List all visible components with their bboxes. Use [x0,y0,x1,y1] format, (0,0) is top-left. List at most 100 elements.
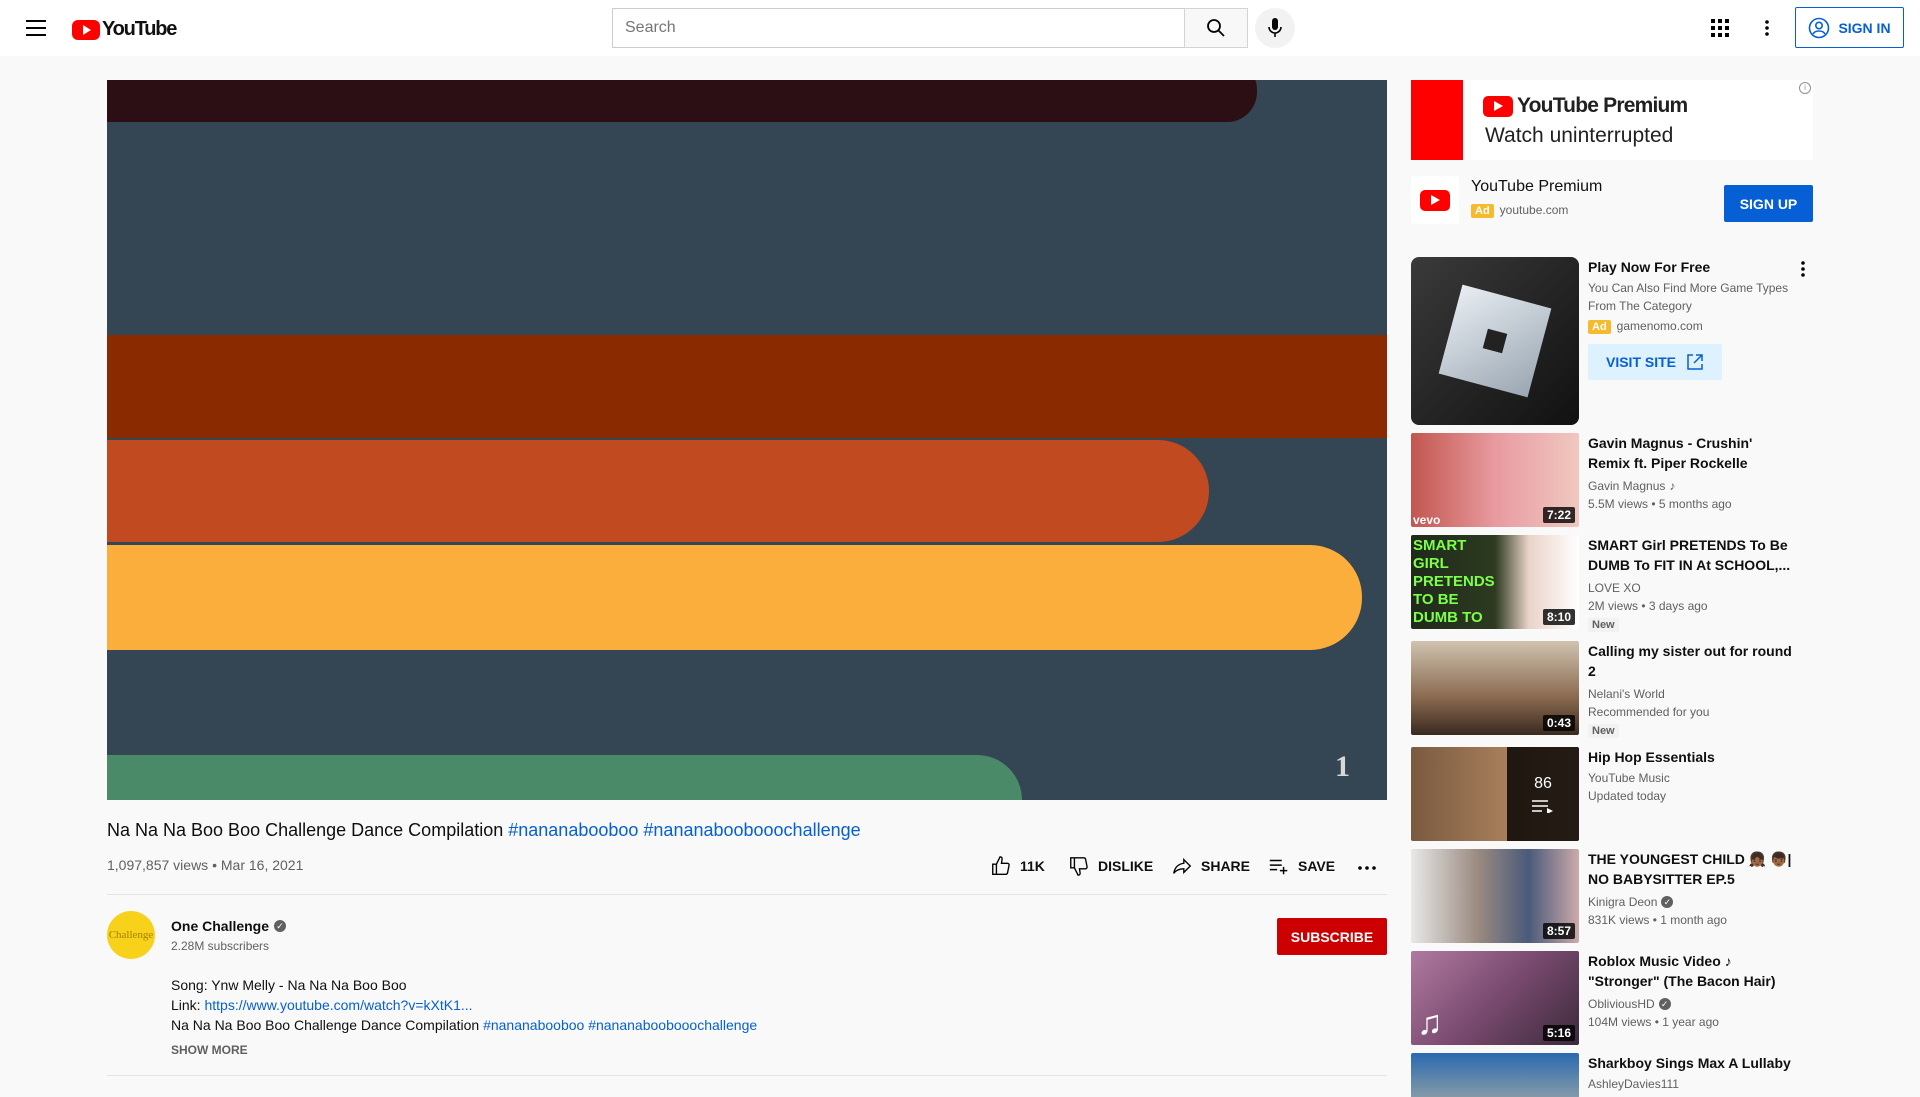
video-title-text: Calling my sister out for round 2 [1588,643,1792,679]
channel-name[interactable]: LOVE XO [1588,579,1798,597]
premium-ad-banner[interactable]: YouTube Premium Watch uninterrupted i [1411,80,1813,160]
channel-name[interactable]: YouTube Music [1588,769,1798,787]
video-duration: 8:10 [1542,609,1575,625]
save-button[interactable]: SAVE [1268,855,1335,877]
video-title: Calling my sister out for round 2☺ [1588,641,1798,681]
video-frame-bar [107,755,1022,800]
description-line: Song: Ynw Melly - Na Na Na Boo Boo [171,977,407,993]
save-label: SAVE [1298,858,1336,874]
section-divider [107,1075,1387,1076]
view-count: 1,097,857 views [107,857,209,873]
video-meta: 831K views • 1 month ago [1588,913,1727,927]
recommendation-card[interactable]: Sharkboy Sings Max A Lullaby AshleyDavie… [1411,1053,1813,1097]
ad-badge: Ad [1471,204,1494,218]
share-icon [1173,857,1192,875]
avatar-text: Challenge [108,929,154,941]
share-button[interactable]: SHARE [1171,855,1250,877]
sign-in-button[interactable]: SIGN IN [1795,7,1904,48]
hashtag-link[interactable]: #nananabooboo [483,1017,584,1033]
recommendation-card[interactable]: 0:43 Calling my sister out for round 2☺ … [1411,641,1813,738]
recommendation-card[interactable]: vevo 7:22 Gavin Magnus - Crushin' Remix … [1411,433,1813,527]
ad-more-icon[interactable] [1795,259,1811,279]
video-duration: 5:16 [1542,1025,1575,1041]
like-button[interactable]: 11K [990,855,1045,877]
channel-name[interactable]: Gavin Magnus ♪ [1588,477,1798,495]
visit-site-label: VISIT SITE [1605,354,1676,370]
show-more-button[interactable]: SHOW MORE [171,1043,248,1057]
playlist-icon [1532,800,1553,813]
more-actions-icon[interactable] [1354,857,1380,879]
visit-site-button[interactable]: VISIT SITE [1588,344,1722,380]
music-note-icon: ♪ [1669,479,1676,493]
video-thumbnail: SMART GIRL PRETENDS TO BE DUMB TO FIT IN… [1411,535,1579,629]
video-meta: 5.5M views • 5 months ago [1588,497,1732,511]
ad-banner-accent [1411,80,1463,160]
sign-up-button[interactable]: SIGN UP [1724,185,1813,222]
channel-name-text: One Challenge [171,918,270,934]
channel-name[interactable]: Nelani's World [1588,685,1798,703]
hashtag-link[interactable]: #nananaboobooochallenge [643,820,860,840]
subscribe-button[interactable]: SUBSCRIBE [1277,918,1387,955]
video-meta: 2M views • 3 days ago [1588,599,1708,613]
music-note-icon: ♫ [1417,1004,1443,1042]
channel-name[interactable]: One Challenge ✓ [171,918,287,934]
game-ad-card[interactable]: Play Now For Free You Can Also Find More… [1411,257,1813,425]
dislike-label: DISLIKE [1098,858,1154,874]
description-line: Link: https://www.youtube.com/watch?v=kX… [171,995,757,1015]
recommendation-card[interactable]: SMART GIRL PRETENDS TO BE DUMB TO FIT IN… [1411,535,1813,632]
video-title: Sharkboy Sings Max A Lullaby [1588,1055,1791,1071]
account-icon [1809,17,1830,38]
playlist-thumbnail: 86 [1411,747,1579,841]
ad-meta: Ad youtube.com [1471,203,1568,218]
recommendation-card[interactable]: 86 Hip Hop Essentials YouTube Music Upda… [1411,747,1813,841]
youtube-logo[interactable]: YouTube [72,18,177,41]
external-link-icon [1687,354,1703,370]
video-title-text: Na Na Na Boo Boo Challenge Dance Compila… [107,820,504,840]
hashtag-link[interactable]: #nananabooboo [508,820,638,840]
voice-search-button[interactable] [1255,8,1295,48]
video-frame-bar [107,440,1209,542]
dislike-button[interactable]: DISLIKE [1068,855,1153,877]
recommendation-card[interactable]: ♫ 5:16 Roblox Music Video ♪ "Stronger" (… [1411,951,1813,1045]
ad-info-icon[interactable]: i [1799,82,1811,94]
search-button[interactable] [1184,8,1248,48]
channel-name[interactable]: ObliviousHD ✓ [1588,995,1798,1013]
hashtag-link[interactable]: #nananaboobooochallenge [588,1017,757,1033]
ad-meta: Ad gamenomo.com [1588,319,1798,334]
video-frame-bar [107,80,1257,122]
video-title: Na Na Na Boo Boo Challenge Dance Compila… [107,820,861,841]
ad-domain: gamenomo.com [1616,319,1703,333]
song-link[interactable]: https://www.youtube.com/watch?v=kXtK1... [204,997,472,1013]
apps-grid-icon[interactable] [1704,12,1736,44]
ad-description: You Can Also Find More Game Types From T… [1588,281,1789,313]
video-description: Song: Ynw Melly - Na Na Na Boo Boo Link:… [171,975,757,1035]
youtube-play-icon [72,19,100,40]
video-title: Roblox Music Video ♪ "Stronger" (The Bac… [1588,953,1776,989]
hamburger-menu-icon[interactable] [20,12,52,44]
video-frame-bar [107,335,1387,438]
youtube-app-icon [1411,176,1459,224]
premium-brand: YouTube Premium [1483,94,1688,118]
settings-more-icon[interactable] [1751,12,1783,44]
channel-name[interactable]: Kinigra Deon ✓ [1588,893,1798,911]
channel-watermark[interactable]: 1 [1335,750,1350,784]
verified-check-icon: ✓ [274,920,287,932]
recommendation-card[interactable]: 8:57 THE YOUNGEST CHILD 👧🏾 👦🏾| NO BABYSI… [1411,849,1813,943]
premium-ad-row[interactable]: YouTube Premium Ad youtube.com SIGN UP [1411,176,1813,224]
premium-brand-text: YouTube Premium [1517,94,1688,117]
thumbnail-caption: SMART GIRL PRETENDS TO BE DUMB TO FIT IN… [1413,537,1495,629]
channel-name-text: Kinigra Deon [1588,895,1658,909]
description-line: Na Na Na Boo Boo Challenge Dance Compila… [171,1015,757,1035]
link-prefix: Link: [171,997,205,1013]
ad-domain: youtube.com [1499,203,1569,217]
video-player[interactable]: 1 [107,80,1387,800]
video-thumbnail: 8:57 [1411,849,1579,943]
search-input[interactable] [613,9,1185,47]
verified-check-icon: ✓ [1658,998,1671,1010]
ad-badge: Ad [1588,320,1611,334]
channel-name[interactable]: AshleyDavies111 [1588,1075,1798,1093]
channel-avatar[interactable]: Challenge [107,911,155,959]
video-frame-bar [107,545,1362,650]
verified-check-icon: ✓ [1661,896,1674,908]
video-duration: 8:57 [1542,923,1575,939]
